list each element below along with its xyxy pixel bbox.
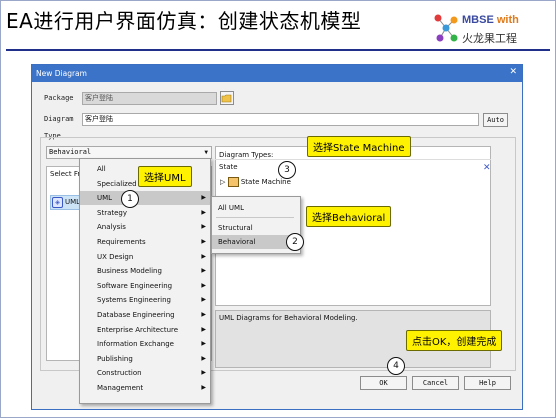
chevron-right-icon: ▷ <box>220 178 226 186</box>
folder-icon <box>221 94 232 103</box>
logo-chinese: 火龙果工程 <box>462 32 517 45</box>
menu-item-enterprise-architecture[interactable]: Enterprise Architecture ▶ <box>80 323 210 337</box>
submenu-item-all-uml[interactable]: All UML <box>212 201 300 215</box>
submenu-item-structural[interactable]: Structural <box>212 221 300 235</box>
diagram-label: Diagram <box>44 115 74 123</box>
browse-package-button[interactable] <box>220 91 234 105</box>
state-machine-item[interactable]: ▷ State Machine <box>220 177 291 187</box>
dialog-title: New Diagram <box>36 69 87 78</box>
menu-item-analysis[interactable]: Analysis ▶ <box>80 220 210 234</box>
step-4-badge: 4 <box>387 357 405 375</box>
divider <box>215 159 491 160</box>
menu-item-strategy[interactable]: Strategy ▶ <box>80 206 210 220</box>
close-icon[interactable]: ✕ <box>509 67 517 77</box>
slide-title: EA进行用户界面仿真：创建状态机模型 <box>6 9 362 33</box>
ok-button[interactable]: OK <box>360 376 407 390</box>
menu-item-uml[interactable]: UML ▶ <box>80 191 210 206</box>
step-2-badge: 2 <box>286 233 304 251</box>
step-1-badge: 1 <box>121 190 139 208</box>
chevron-right-icon: ▶ <box>201 267 206 275</box>
help-button[interactable]: Help <box>464 376 511 390</box>
description-text: UML Diagrams for Behavioral Modeling. <box>219 314 358 322</box>
callout-click-ok: 点击OK，创建完成 <box>406 330 503 351</box>
callout-select-state-machine: 选择State Machine <box>307 136 411 157</box>
step-3-badge: 3 <box>278 161 296 179</box>
chevron-right-icon: ▶ <box>201 223 206 231</box>
menu-item-management[interactable]: Management ▶ <box>80 381 210 395</box>
state-group-label: State <box>219 163 238 171</box>
submenu-divider <box>216 217 294 218</box>
menu-item-ux-design[interactable]: UX Design ▶ <box>80 250 210 264</box>
state-machine-icon <box>227 177 239 187</box>
chevron-down-icon: ▼ <box>204 149 208 156</box>
chevron-right-icon: ▶ <box>201 194 206 202</box>
logo-icon <box>434 14 458 42</box>
menu-item-information-exchange[interactable]: Information Exchange ▶ <box>80 337 210 351</box>
chevron-right-icon: ▶ <box>201 354 206 362</box>
callout-select-behavioral: 选择Behavioral <box>306 206 392 227</box>
chevron-right-icon: ▶ <box>201 252 206 260</box>
uml-icon: ◈ <box>52 196 63 208</box>
callout-select-uml: 选择UML <box>138 166 192 187</box>
menu-item-systems-engineering[interactable]: Systems Engineering ▶ <box>80 293 210 307</box>
diagram-types-label: Diagram Types: <box>219 151 274 159</box>
package-field: 客户登陆 <box>82 92 217 105</box>
menu-item-requirements[interactable]: Requirements ▶ <box>80 235 210 249</box>
chevron-right-icon: ▶ <box>201 238 206 245</box>
chevron-right-icon: ▶ <box>201 208 206 216</box>
chevron-right-icon: ▶ <box>201 369 206 377</box>
menu-item-business-modeling[interactable]: Business Modeling ▶ <box>80 264 210 278</box>
select-from-label: Select Fr <box>50 170 81 178</box>
dialog-titlebar: New Diagram ✕ <box>32 65 522 82</box>
chevron-right-icon: ▶ <box>201 340 206 348</box>
auto-button[interactable]: Auto <box>483 113 508 127</box>
diagram-name-field[interactable]: 客户登陆 <box>82 113 479 126</box>
close-icon[interactable]: ✕ <box>483 163 491 173</box>
package-label: Package <box>44 94 74 102</box>
menu-item-publishing[interactable]: Publishing ▶ <box>80 352 210 366</box>
chevron-right-icon: ▶ <box>201 311 206 318</box>
logo-mbse: MBSE with <box>462 14 519 26</box>
menu-item-construction[interactable]: Construction ▶ <box>80 366 210 380</box>
title-rule <box>6 49 550 51</box>
menu-item-database-engineering[interactable]: Database Engineering ▶ <box>80 308 210 322</box>
menu-item-software-engineering[interactable]: Software Engineering ▶ <box>80 279 210 293</box>
cancel-button[interactable]: Cancel <box>412 376 459 390</box>
chevron-right-icon: ▶ <box>201 325 206 333</box>
chevron-right-icon: ▶ <box>201 296 206 304</box>
chevron-right-icon: ▶ <box>201 281 206 289</box>
chevron-right-icon: ▶ <box>201 384 206 391</box>
type-dropdown-menu: All Specialized UML ▶ Strategy ▶ Analysis ▶ Requ… <box>79 158 211 404</box>
